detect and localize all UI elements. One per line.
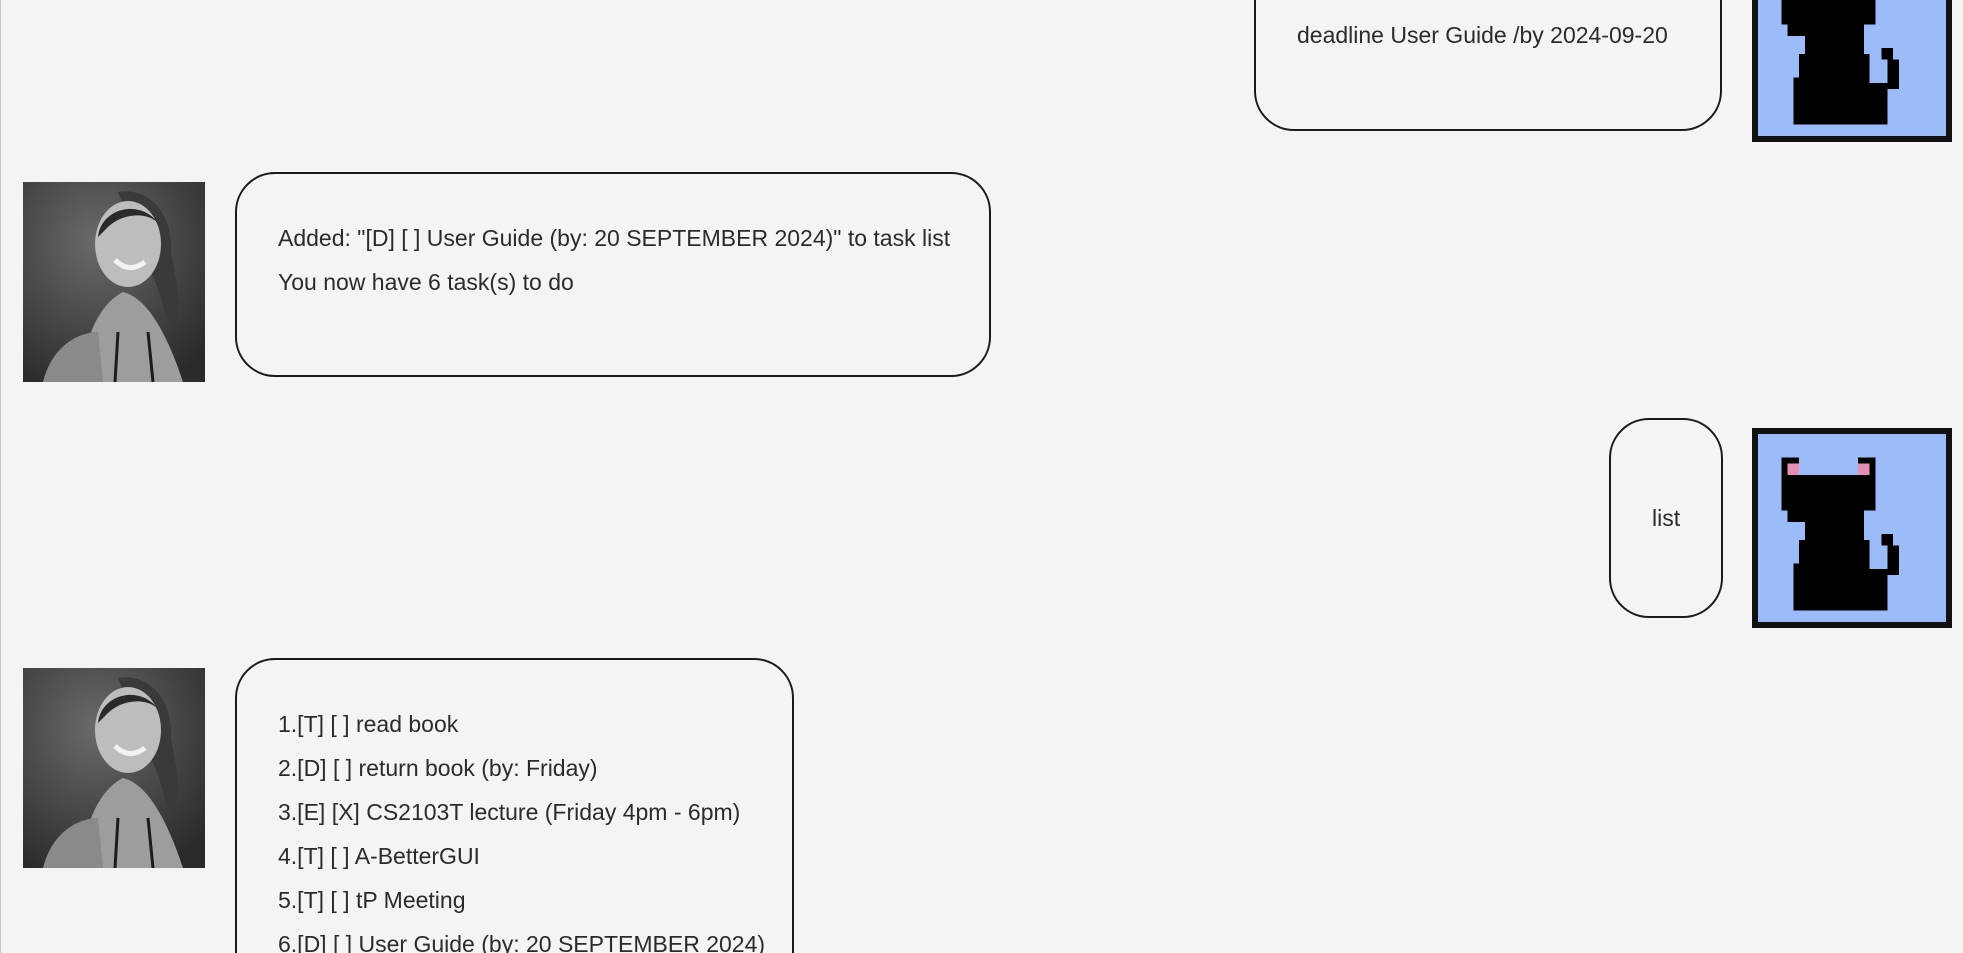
user-message-text: list [1652,505,1681,531]
task-list-item: 3.[E] [X] CS2103T lecture (Friday 4pm - … [278,799,741,825]
task-list-item: 1.[T] [ ] read book [278,711,459,737]
user-message-bubble: deadline User Guide /by 2024-09-20 [1254,0,1722,131]
task-list-item: 6.[D] [ ] User Guide (by: 20 SEPTEMBER 2… [278,931,766,953]
task-list-item: 5.[T] [ ] tP Meeting [278,887,466,913]
bot-message-line: You now have 6 task(s) to do [278,269,574,295]
bot-message-bubble: Added: "[D] [ ] User Guide (by: 20 SEPTE… [235,172,991,377]
bot-message-bubble: 1.[T] [ ] read book 2.[D] [ ] return boo… [235,658,794,953]
task-list-item: 2.[D] [ ] return book (by: Friday) [278,755,598,781]
bot-avatar-woman-icon [23,182,205,382]
bot-message-line: Added: "[D] [ ] User Guide (by: 20 SEPTE… [278,225,951,251]
user-avatar-cat-icon [1752,428,1952,628]
chat-window: deadline User Guide /by 2024-09-20 Added… [0,0,1963,953]
task-list-item: 4.[T] [ ] A-BetterGUI [278,843,480,869]
user-avatar-cat-icon [1752,0,1952,142]
bot-avatar-woman-icon [23,668,205,868]
user-message-bubble: list [1609,418,1723,618]
user-message-text: deadline User Guide /by 2024-09-20 [1297,22,1668,48]
